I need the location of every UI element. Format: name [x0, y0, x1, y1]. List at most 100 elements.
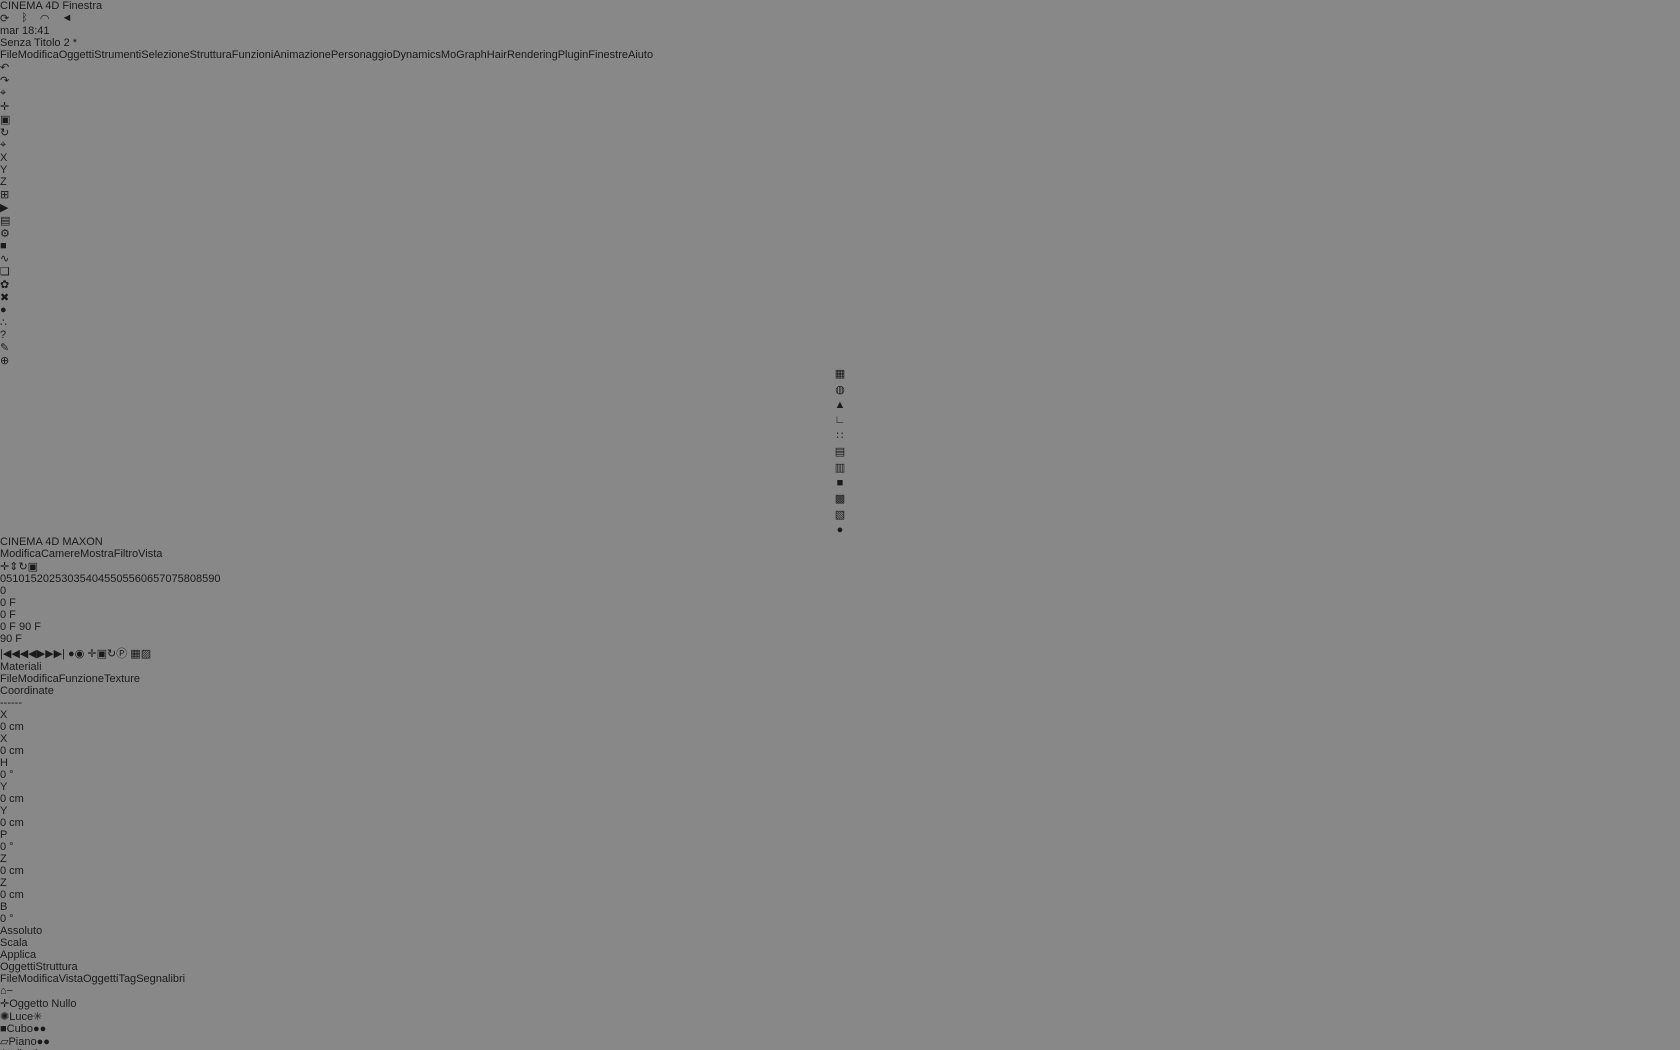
menu-item-modifica[interactable]: Modifica [0, 548, 41, 560]
window-titlebar[interactable]: Senza Titolo 2 * [0, 37, 1680, 49]
object-mode-button[interactable]: ■ [837, 477, 844, 489]
menu-item-dynamics[interactable]: Dynamics [393, 49, 441, 61]
collapse-icon[interactable]: − [7, 985, 13, 997]
end-frame-field[interactable]: 90 F [0, 633, 1680, 645]
redo-button[interactable]: ↷ [0, 74, 1680, 87]
menu-item-tag[interactable]: Tag [118, 973, 136, 985]
viewport-rotate-icon[interactable]: ↻ [18, 561, 27, 573]
polygons-mode-button[interactable]: ▥ [835, 461, 845, 474]
volume-icon[interactable]: ◄ [61, 12, 72, 25]
coordinate-system-button[interactable]: ⊞ [0, 188, 1680, 201]
menu-item-file[interactable]: File [0, 49, 18, 61]
add-spline-button[interactable]: ∿ [0, 252, 1680, 265]
object-row-luce[interactable]: ✺Luce✳ [0, 1010, 1680, 1023]
apply-button[interactable]: Applica [0, 949, 1680, 961]
texture-mode-button[interactable]: ▩ [835, 492, 845, 505]
menu-item-mograph[interactable]: MoGraph [441, 49, 487, 61]
menu-item-modifica[interactable]: Modifica [18, 673, 59, 685]
menu-item-selezione[interactable]: Selezione [141, 49, 189, 61]
menu-item-aiuto[interactable]: Aiuto [628, 49, 653, 61]
scale-tool-button[interactable]: ▣ [0, 113, 1680, 126]
menu-item-file[interactable]: File [0, 673, 18, 685]
coordinate-field-0-l1[interactable]: 0 cm [0, 721, 1680, 733]
object-row-piano[interactable]: ▱Piano●● [0, 1035, 1680, 1048]
preview-range-slider[interactable]: 0 F 90 F [0, 621, 1680, 633]
live-selection-tool-button[interactable]: ⌖ [0, 87, 1680, 100]
coordinate-field-0-l2[interactable]: 0 cm [0, 745, 1680, 757]
menu-item-oggetti[interactable]: Oggetti [59, 49, 94, 61]
menu-item-segnalibri[interactable]: Segnalibri [136, 973, 185, 985]
goto-end-button[interactable]: ▶| [54, 648, 65, 660]
macos-app-menu[interactable]: CINEMA 4D [0, 0, 59, 12]
points-mode-button[interactable]: ∷ [837, 429, 844, 442]
coordinate-space-dropdown[interactable]: Scala [0, 937, 1680, 949]
start-frame-field[interactable]: 0 F [0, 609, 1680, 621]
layer-browser-toggle[interactable]: ▨ [141, 648, 151, 660]
menu-item-texture[interactable]: Texture [104, 673, 140, 685]
prev-key-button[interactable]: ◀◀ [11, 648, 28, 660]
menu-item-file[interactable]: File [0, 973, 18, 985]
xpresso-editor-button[interactable]: ✎ [0, 341, 1680, 354]
edges-mode-button[interactable]: ▤ [835, 445, 845, 458]
make-editable-button[interactable]: ▦ [835, 367, 845, 380]
menu-item-oggetti[interactable]: Oggetti [83, 973, 118, 985]
viewport-pan-icon[interactable]: ✛ [0, 561, 9, 573]
menu-item-modifica[interactable]: Modifica [18, 49, 59, 61]
tab-struttura[interactable]: Struttura [35, 961, 77, 973]
menu-item-personaggio[interactable]: Personaggio [331, 49, 393, 61]
object-list[interactable]: ✛Oggetto Nullo ✺Luce✳ ■Cubo●● ▱Piano●● [0, 997, 1680, 1048]
menu-item-finestre[interactable]: Finestre [588, 49, 628, 61]
coordinate-field-2-l2[interactable]: 0 cm [0, 889, 1680, 901]
menubar-clock[interactable]: mar 18:41 [0, 25, 50, 37]
menu-item-filtro[interactable]: Filtro [114, 548, 138, 560]
next-frame-button[interactable]: ▶ [45, 648, 53, 660]
menu-item-hair[interactable]: Hair [487, 49, 507, 61]
key-scale-toggle[interactable]: ▣ [97, 648, 107, 660]
menu-item-struttura[interactable]: Struttura [190, 49, 232, 61]
rotate-tool-button[interactable]: ↻ [0, 126, 1680, 139]
record-keyframe-button[interactable]: ● [68, 648, 75, 660]
coordinate-field-2-l1[interactable]: 0 cm [0, 865, 1680, 877]
help-tool-button[interactable]: ? [0, 329, 1680, 341]
object-row-cubo[interactable]: ■Cubo●● [0, 1023, 1680, 1035]
play-button[interactable]: ▶ [37, 648, 45, 660]
model-mode-button[interactable]: ◍ [835, 383, 845, 396]
render-picture-viewer-button[interactable]: ▤ [0, 214, 1680, 227]
minimal-interface-toggle[interactable]: ▦ [130, 648, 140, 660]
phong-tag-icon[interactable]: ●● [33, 1023, 46, 1035]
menu-item-camere[interactable]: Camere [41, 548, 80, 560]
menu-item-strumenti[interactable]: Strumenti [94, 49, 141, 61]
macos-menu-finestra[interactable]: Finestra [62, 0, 102, 12]
coordinate-field-1-l1[interactable]: 0 cm [0, 793, 1680, 805]
texture-axis-mode-button[interactable]: ▧ [835, 508, 845, 521]
render-view-button[interactable]: ▶ [0, 201, 1680, 214]
phong-tag-icon[interactable]: ●● [37, 1036, 50, 1048]
menu-item-plugin[interactable]: Plugin [558, 49, 589, 61]
menu-item-vista[interactable]: Vista [138, 548, 162, 560]
menu-item-funzioni[interactable]: Funzioni [232, 49, 274, 61]
online-updater-button[interactable]: ⊕ [0, 354, 1680, 367]
star-tag-icon[interactable]: ✳ [33, 1011, 42, 1023]
object-axis-mode-button[interactable]: ▲ [835, 399, 846, 411]
key-position-toggle[interactable]: ✛ [87, 648, 96, 660]
key-rotation-toggle[interactable]: ↻ [107, 648, 116, 660]
menu-item-modifica[interactable]: Modifica [18, 973, 59, 985]
wifi-icon[interactable]: ◠ [40, 12, 50, 25]
bluetooth-icon[interactable]: ᛒ [21, 12, 28, 25]
add-deformer-button[interactable]: ✖ [0, 291, 1680, 304]
coordinate-field-1-l3[interactable]: 0 ° [0, 841, 1680, 853]
render-settings-button[interactable]: ⚙ [0, 227, 1680, 240]
sync-icon[interactable]: ⟳ [0, 12, 9, 25]
autokey-button[interactable]: ◉ [75, 648, 85, 660]
menu-item-rendering[interactable]: Rendering [507, 49, 558, 61]
add-environment-button[interactable]: ● [0, 304, 1680, 316]
add-particles-button[interactable]: ∴ [0, 316, 1680, 329]
undo-button[interactable]: ↶ [0, 61, 1680, 74]
workplane-mode-button[interactable]: ∟ [835, 414, 846, 426]
materials-panel-header[interactable]: Materiali [0, 661, 1680, 673]
tab-oggetti[interactable]: Oggetti [0, 961, 35, 973]
frame-icon[interactable]: ⌂ [0, 985, 7, 997]
goto-start-button[interactable]: |◀ [0, 648, 11, 660]
recent-tool-button[interactable]: ⌖ [0, 139, 1680, 152]
menu-item-mostra[interactable]: Mostra [80, 548, 114, 560]
